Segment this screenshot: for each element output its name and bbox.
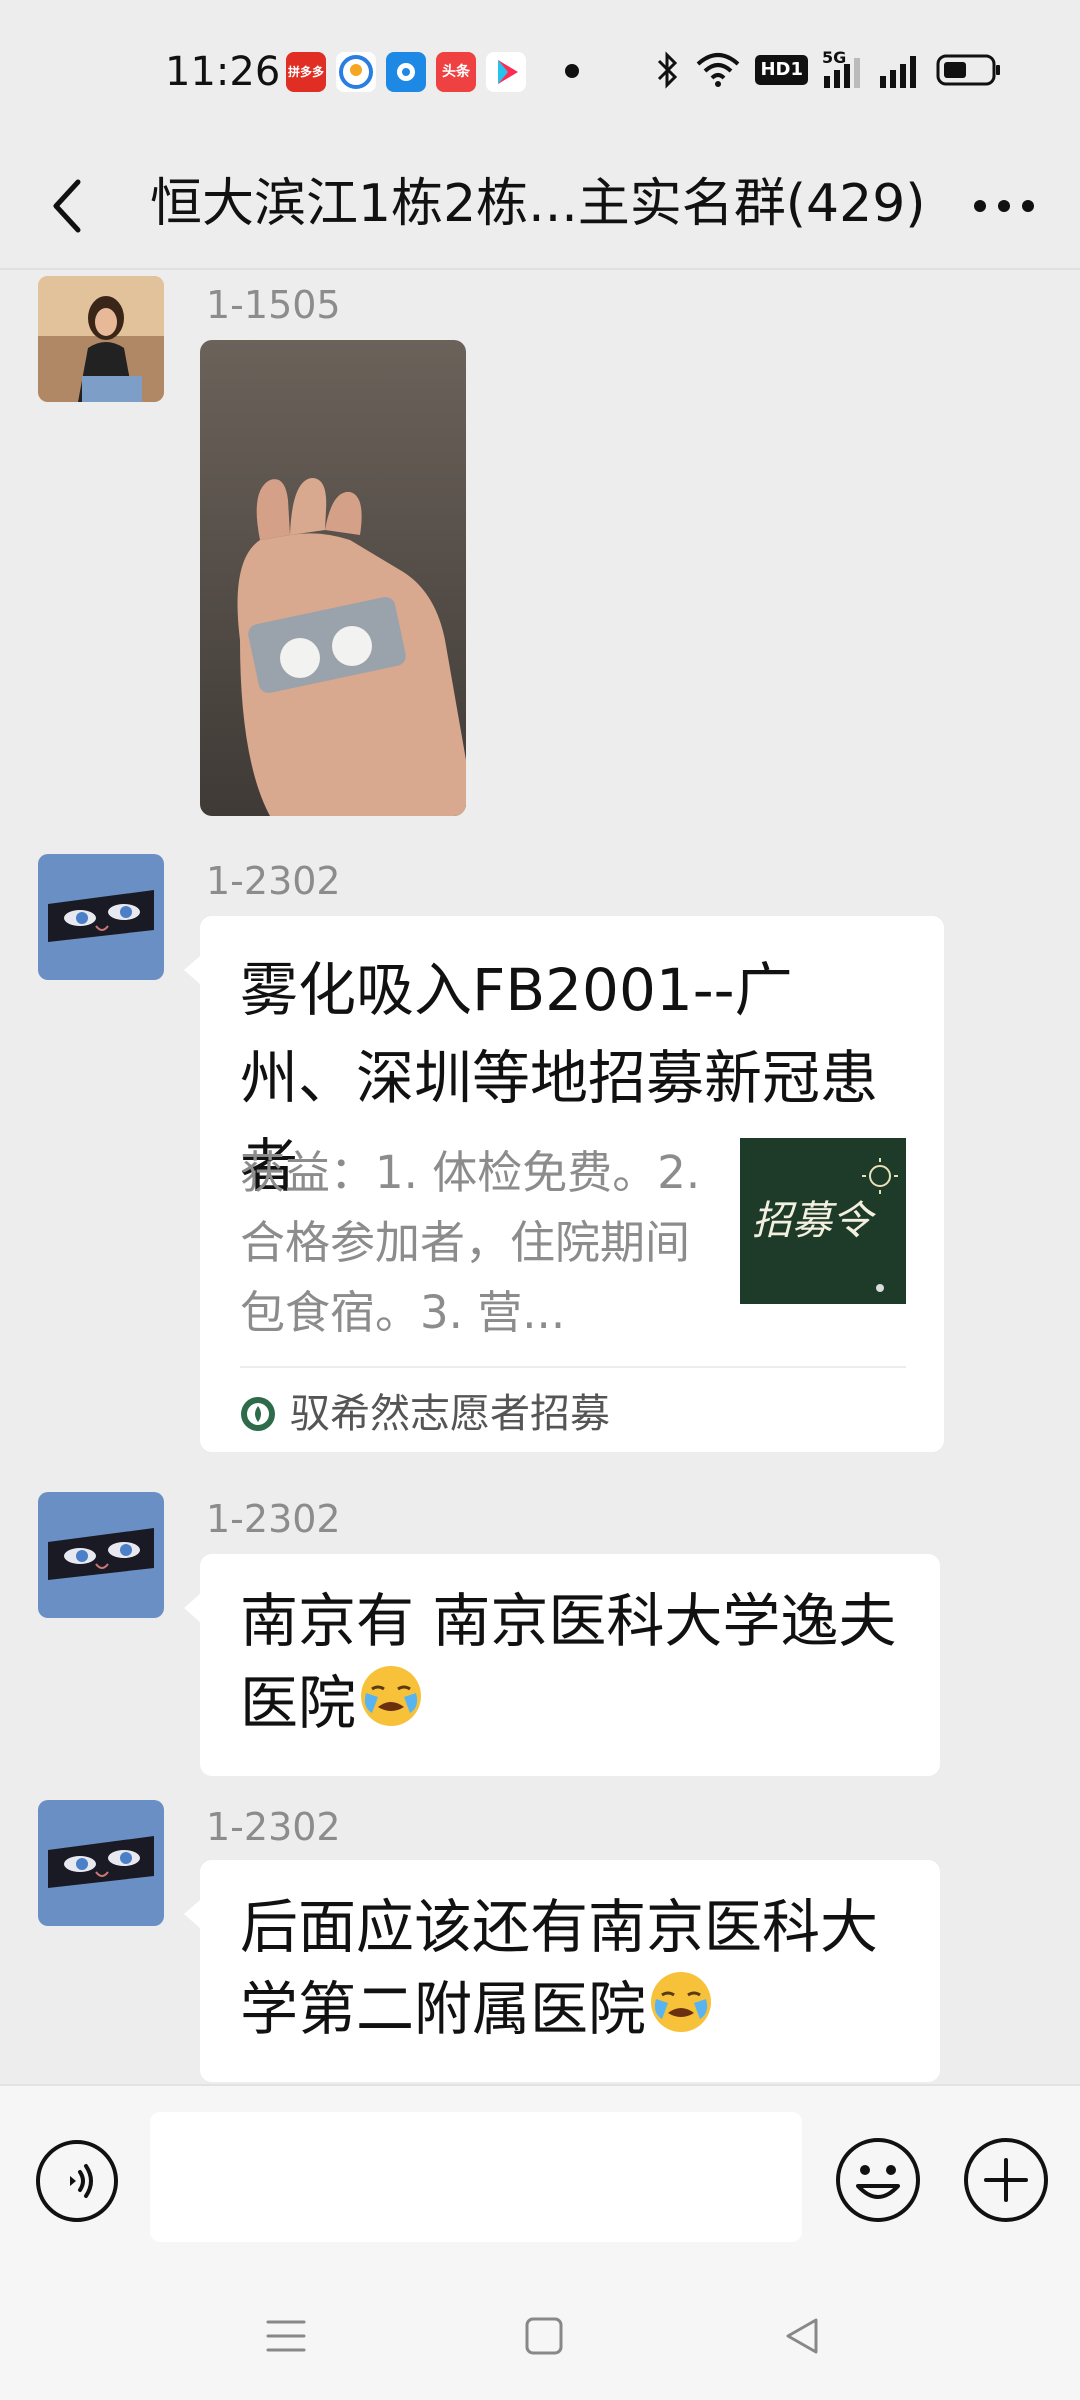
avatar[interactable] <box>38 1800 164 1926</box>
chat-header: 恒大滨江1栋2栋...主实名群(429) <box>0 140 1080 270</box>
avatar[interactable] <box>38 1492 164 1618</box>
nav-back-button[interactable] <box>780 2314 824 2358</box>
crying-emoji-icon <box>648 1969 714 2056</box>
message-list[interactable]: 1-1505 1-2302 雾化吸入FB2001--广州、深圳等地招募新冠患者 … <box>0 272 1080 2082</box>
pinduoduo-icon: 拼多多 <box>286 52 326 92</box>
link-card-description: 获益：1. 体检免费。2. 合格参加者，住院期间包食宿。3. 营... <box>240 1146 701 1339</box>
link-card-source-name: 驭希然志愿者招募 <box>290 1391 610 1437</box>
link-card-divider <box>240 1366 906 1368</box>
message-text: 后面应该还有南京医科大学第二附属医院 <box>200 1860 940 2082</box>
chevron-left-icon <box>53 179 81 233</box>
message-item: 1-2302 雾化吸入FB2001--广州、深圳等地招募新冠患者 获益：1. 体… <box>0 852 1080 1462</box>
signal-5g-icon: 5G <box>822 50 864 90</box>
avatar[interactable] <box>38 276 164 402</box>
notification-icons: 拼多多 头条 <box>286 52 526 92</box>
link-card-source: 驭希然志愿者招募 <box>240 1384 610 1444</box>
smiley-icon <box>836 2138 920 2222</box>
crying-emoji-icon <box>358 1663 424 1750</box>
sender-name: 1-2302 <box>206 1497 341 1541</box>
back-button[interactable] <box>36 166 96 246</box>
hd-badge: HD1 <box>755 55 808 85</box>
triangle-back-icon <box>786 2318 818 2354</box>
more-dots-icon <box>974 200 1034 212</box>
text-bubble[interactable]: 后面应该还有南京医科大学第二附属医院 <box>184 1860 940 2082</box>
emoji-button[interactable] <box>834 2136 922 2224</box>
toutiao-icon: 头条 <box>436 52 476 92</box>
sender-name: 1-1505 <box>206 283 341 327</box>
square-icon <box>525 2317 563 2355</box>
message-input[interactable] <box>150 2112 802 2242</box>
input-bar <box>0 2084 1080 2280</box>
bluetooth-icon <box>658 51 678 89</box>
battery-icon <box>936 54 1000 86</box>
baidu-map-icon <box>336 52 376 92</box>
link-card-thumbnail: 招募令 <box>740 1138 906 1304</box>
status-time: 11:26 <box>165 49 281 95</box>
message-item: 1-1505 <box>0 272 1080 832</box>
text-bubble[interactable]: 南京有 南京医科大学逸夫医院 <box>184 1554 940 1777</box>
message-item: 1-2302 南京有 南京医科大学逸夫医院 <box>0 1490 1080 1780</box>
more-functions-button[interactable] <box>962 2136 1050 2224</box>
voice-icon <box>36 2140 118 2222</box>
plus-icon <box>964 2138 1048 2222</box>
browser-icon <box>386 52 426 92</box>
menu-icon <box>266 2320 306 2352</box>
more-notifications-dot <box>565 64 579 78</box>
voice-input-button[interactable] <box>34 2138 120 2224</box>
wifi-icon <box>697 53 740 87</box>
nav-recents-button[interactable] <box>264 2314 308 2358</box>
header-divider <box>0 268 1080 270</box>
signal-icon <box>880 56 916 88</box>
sender-name: 1-2302 <box>206 859 341 903</box>
system-icons: HD1 5G <box>655 50 1002 90</box>
chat-title: 恒大滨江1栋2栋...主实名群(429) <box>150 174 926 234</box>
avatar[interactable] <box>38 854 164 980</box>
photo-message[interactable] <box>200 340 466 816</box>
video-app-icon <box>486 52 526 92</box>
system-navigation-bar <box>0 2280 1080 2400</box>
sender-name: 1-2302 <box>206 1805 341 1849</box>
official-account-icon <box>241 1397 275 1431</box>
nav-home-button[interactable] <box>522 2314 566 2358</box>
message-text: 南京有 南京医科大学逸夫医院 <box>200 1554 940 1776</box>
more-options-button[interactable] <box>964 166 1044 246</box>
message-item: 1-2302 后面应该还有南京医科大学第二附属医院 <box>0 1800 1080 2082</box>
link-card[interactable]: 雾化吸入FB2001--广州、深圳等地招募新冠患者 获益：1. 体检免费。2. … <box>184 916 944 1452</box>
status-bar: 11:26 拼多多 头条 HD1 5G <box>0 0 1080 140</box>
link-card-thumbnail-text: 招募令 <box>752 1198 872 1244</box>
